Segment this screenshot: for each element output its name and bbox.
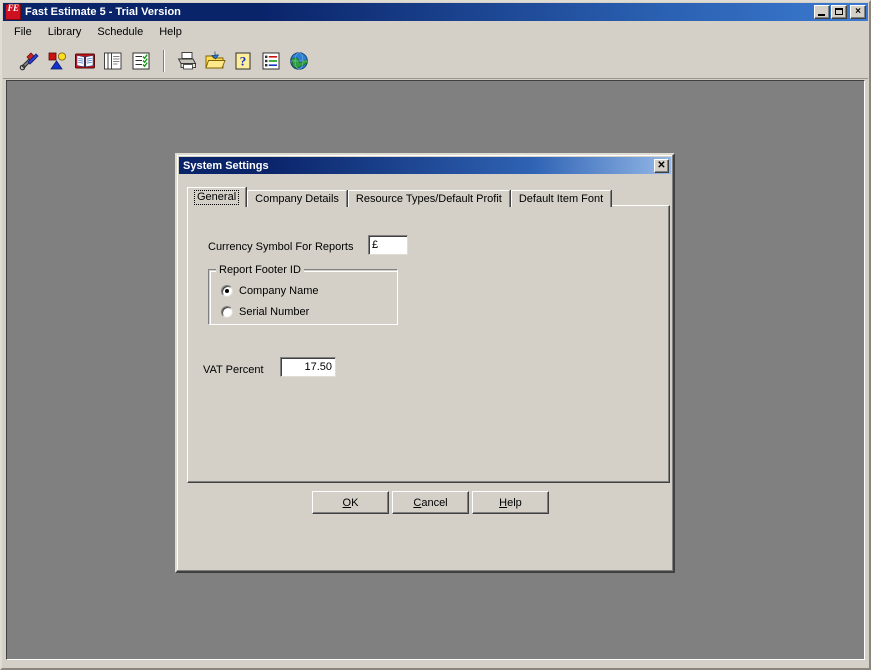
help-button[interactable]: Help: [472, 491, 549, 514]
tab-resource-types-label: Resource Types/Default Profit: [355, 193, 502, 205]
menu-item-library[interactable]: Library: [40, 24, 90, 41]
open-folder-icon[interactable]: [201, 47, 229, 75]
report-list-icon[interactable]: [257, 47, 285, 75]
tab-resource-types-default-profit[interactable]: Resource Types/Default Profit: [347, 190, 510, 207]
maximize-button[interactable]: [831, 5, 847, 19]
radio-serial-number[interactable]: Serial Number: [221, 306, 309, 318]
ok-button[interactable]: OK: [312, 491, 389, 514]
cancel-button[interactable]: Cancel: [392, 491, 469, 514]
currency-symbol-value: £: [372, 239, 379, 251]
cancel-button-label: Cancel: [413, 496, 448, 509]
caption-button-group: ×: [814, 5, 866, 19]
close-icon: ×: [855, 6, 861, 17]
radio-company-name[interactable]: Company Name: [221, 285, 318, 297]
tab-page-general: Currency Symbol For Reports £ Report Foo…: [187, 205, 670, 483]
menu-item-file[interactable]: File: [6, 24, 40, 41]
menu-bar: File Library Schedule Help: [3, 23, 868, 42]
close-icon: ✕: [657, 159, 666, 171]
minimize-button[interactable]: [814, 5, 830, 19]
print-icon[interactable]: [173, 47, 201, 75]
title-bar: FE Fast Estimate 5 - Trial Version ×: [3, 3, 868, 21]
vat-percent-value: 17.50: [304, 361, 332, 373]
tab-company-details[interactable]: Company Details: [247, 190, 347, 207]
radio-serial-number-mark: [221, 306, 233, 318]
app-logo-text: FE: [7, 3, 19, 13]
close-button[interactable]: ×: [850, 5, 866, 19]
ok-button-label: OK: [342, 496, 359, 509]
report-footer-id-title: Report Footer ID: [216, 264, 304, 276]
tab-company-details-label: Company Details: [255, 193, 339, 205]
toolbar: ?: [3, 43, 868, 79]
tab-general[interactable]: General: [187, 187, 247, 207]
mdi-client-area: System Settings ✕ General Company Detail…: [6, 80, 865, 660]
currency-symbol-label: Currency Symbol For Reports: [208, 241, 354, 253]
window-title: Fast Estimate 5 - Trial Version: [25, 6, 181, 18]
application-window: FE Fast Estimate 5 - Trial Version × Fil…: [0, 0, 871, 670]
tab-default-item-font[interactable]: Default Item Font: [510, 190, 612, 207]
dialog-close-button[interactable]: ✕: [654, 158, 669, 173]
tab-default-item-font-label: Default Item Font: [518, 193, 604, 205]
estimate-tools-icon[interactable]: [15, 47, 43, 75]
tab-general-label: General: [194, 190, 240, 205]
help-question-icon[interactable]: ?: [229, 47, 257, 75]
svg-text:?: ?: [240, 53, 247, 68]
dialog-title-bar: System Settings ✕: [179, 157, 671, 174]
toolbar-separator: [163, 49, 165, 72]
tab-strip: General Company Details Resource Types/D…: [187, 187, 612, 207]
currency-symbol-input[interactable]: £: [368, 235, 408, 255]
checklist-icon[interactable]: [127, 47, 155, 75]
globe-icon[interactable]: [285, 47, 313, 75]
report-footer-id-group: Report Footer ID Company Name Serial Num…: [208, 264, 398, 325]
menu-item-help[interactable]: Help: [151, 24, 190, 41]
help-button-label: Help: [499, 496, 522, 509]
vat-percent-input[interactable]: 17.50: [280, 357, 336, 377]
library-book-icon[interactable]: [71, 47, 99, 75]
menu-item-schedule[interactable]: Schedule: [89, 24, 151, 41]
system-settings-dialog: System Settings ✕ General Company Detail…: [175, 153, 675, 573]
app-logo-icon: FE: [5, 4, 21, 20]
radio-serial-number-label: Serial Number: [239, 306, 310, 318]
radio-company-name-mark: [221, 285, 233, 297]
radio-company-name-label: Company Name: [239, 285, 319, 297]
dialog-title: System Settings: [183, 159, 269, 172]
vat-percent-label: VAT Percent: [203, 364, 264, 376]
copy-pages-icon[interactable]: [99, 47, 127, 75]
resources-icon[interactable]: [43, 47, 71, 75]
